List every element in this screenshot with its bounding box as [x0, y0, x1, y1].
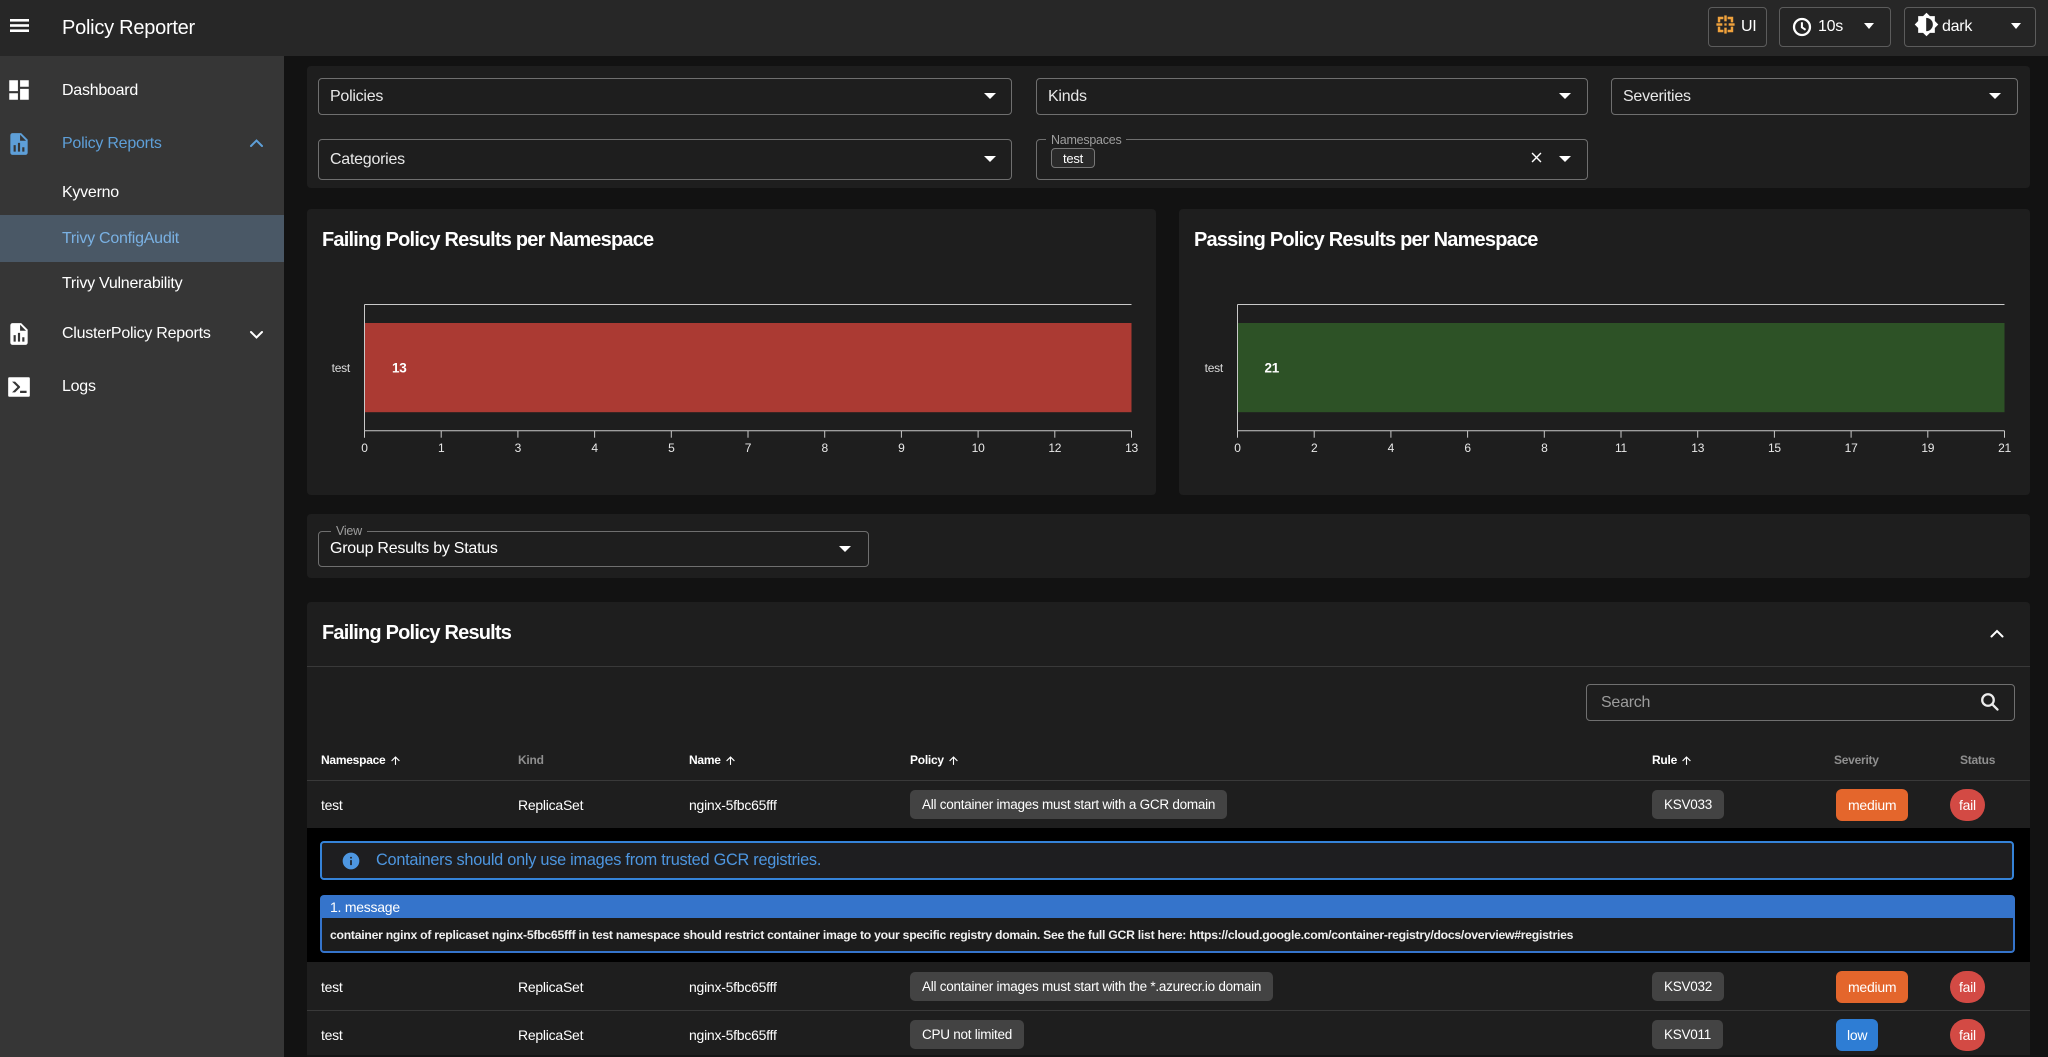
svg-text:13: 13 [1125, 441, 1138, 455]
svg-text:9: 9 [898, 441, 905, 455]
svg-text:5: 5 [668, 441, 675, 455]
svg-text:test: test [1205, 361, 1224, 375]
svg-text:test: test [332, 361, 351, 375]
svg-text:17: 17 [1845, 441, 1858, 455]
svg-text:8: 8 [821, 441, 828, 455]
svg-text:3: 3 [515, 441, 522, 455]
svg-text:10: 10 [972, 441, 985, 455]
svg-text:4: 4 [1388, 441, 1395, 455]
svg-text:12: 12 [1048, 441, 1061, 455]
svg-text:2: 2 [1311, 441, 1318, 455]
svg-text:21: 21 [1998, 441, 2011, 455]
svg-text:13: 13 [392, 361, 407, 376]
svg-text:0: 0 [361, 441, 368, 455]
svg-text:19: 19 [1921, 441, 1934, 455]
svg-text:13: 13 [1691, 441, 1704, 455]
svg-text:1: 1 [438, 441, 445, 455]
svg-text:6: 6 [1464, 441, 1471, 455]
svg-text:7: 7 [745, 441, 752, 455]
svg-text:21: 21 [1265, 361, 1280, 376]
svg-text:11: 11 [1615, 441, 1628, 455]
svg-text:8: 8 [1541, 441, 1548, 455]
svg-text:0: 0 [1234, 441, 1241, 455]
svg-text:15: 15 [1768, 441, 1781, 455]
svg-text:4: 4 [591, 441, 598, 455]
